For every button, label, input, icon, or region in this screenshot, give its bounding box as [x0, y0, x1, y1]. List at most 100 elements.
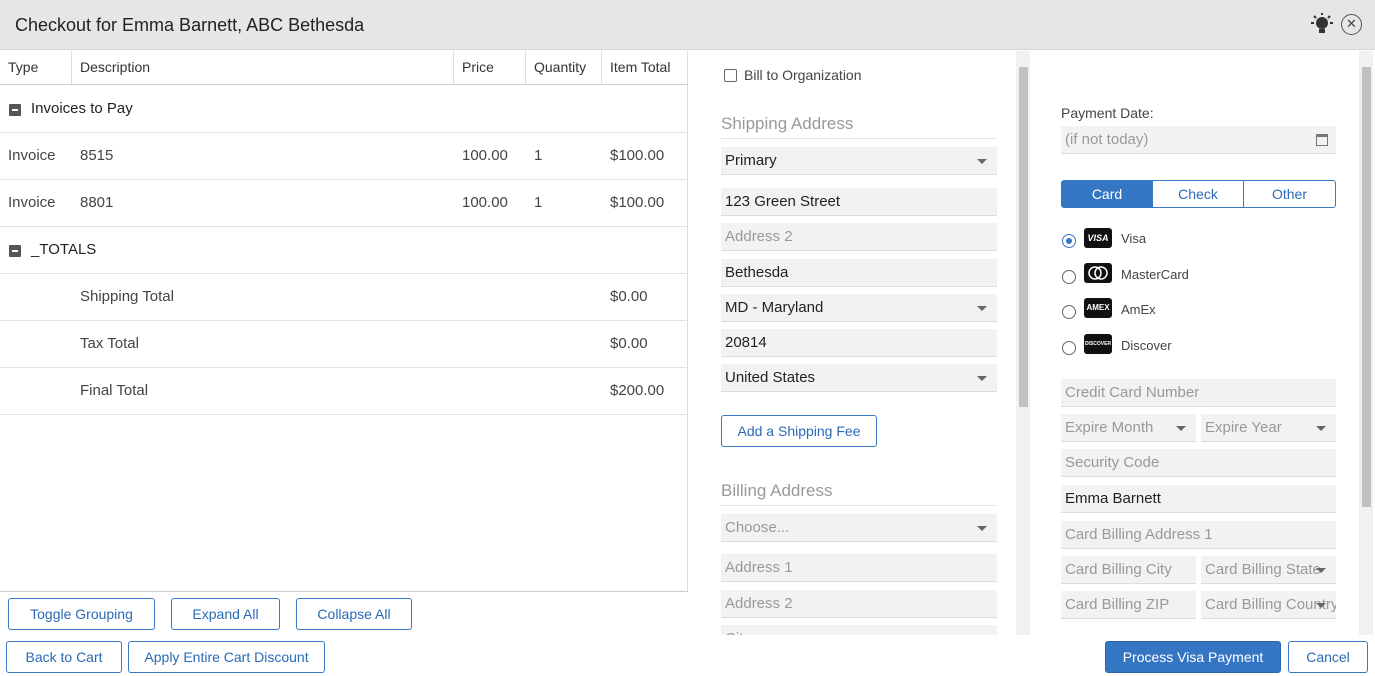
- expire-year-select[interactable]: Expire Year: [1201, 414, 1336, 442]
- billing-address2-input[interactable]: Address 2: [721, 590, 997, 618]
- collapse-icon[interactable]: [9, 245, 21, 257]
- back-to-cart-button[interactable]: Back to Cart: [6, 641, 122, 673]
- column-header-item-total[interactable]: Item Total: [602, 51, 688, 85]
- toggle-grouping-button[interactable]: Toggle Grouping: [8, 598, 155, 630]
- shipping-address-type-select[interactable]: Primary: [721, 147, 997, 175]
- expand-all-button[interactable]: Expand All: [171, 598, 280, 630]
- card-billing-address1-input[interactable]: Card Billing Address 1: [1061, 521, 1336, 549]
- collapse-icon[interactable]: [9, 104, 21, 116]
- cell-type: Invoice: [8, 194, 56, 211]
- table-toolbar: Toggle Grouping Expand All Collapse All: [0, 591, 688, 635]
- cell-price: 100.00: [462, 147, 508, 164]
- security-code-input[interactable]: Security Code: [1061, 449, 1336, 477]
- bill-to-org-checkbox[interactable]: [724, 69, 737, 82]
- column-header-price[interactable]: Price: [454, 51, 526, 85]
- shipping-zip-input[interactable]: 20814: [721, 329, 997, 357]
- chevron-down-icon: [977, 526, 987, 531]
- billing-city-input[interactable]: City: [721, 625, 997, 635]
- cell-total: $100.00: [610, 147, 665, 164]
- chevron-down-icon: [977, 376, 987, 381]
- column-header-quantity[interactable]: Quantity: [526, 51, 602, 85]
- visa-logo-icon: VISA: [1084, 228, 1112, 248]
- shipping-address1-input[interactable]: 123 Green Street: [721, 188, 997, 216]
- group-label: Invoices to Pay: [31, 100, 133, 117]
- close-icon[interactable]: ✕: [1341, 14, 1362, 35]
- card-billing-country-select[interactable]: Card Billing Country: [1201, 591, 1336, 619]
- table-row[interactable]: Final Total $200.00: [0, 368, 688, 415]
- select-value: Primary: [725, 152, 777, 169]
- scrollbar-thumb[interactable]: [1019, 67, 1028, 407]
- card-billing-zip-input[interactable]: Card Billing ZIP: [1061, 591, 1196, 619]
- select-value: Card Billing State: [1205, 561, 1321, 578]
- select-value: Expire Year: [1205, 419, 1282, 436]
- shipping-address2-input[interactable]: Address 2: [721, 223, 997, 251]
- scrollbar[interactable]: [1016, 51, 1030, 635]
- tab-card[interactable]: Card: [1061, 180, 1153, 208]
- expire-month-select[interactable]: Expire Month: [1061, 414, 1196, 442]
- cell-description: Tax Total: [80, 335, 139, 352]
- card-name: MasterCard: [1121, 267, 1189, 282]
- select-value: Expire Month: [1065, 419, 1154, 436]
- table-row[interactable]: Invoice 8515 100.00 1 $100.00: [0, 133, 688, 180]
- chevron-down-icon: [977, 159, 987, 164]
- shipping-address-heading: Shipping Address: [721, 114, 854, 133]
- card-name: Discover: [1121, 338, 1172, 353]
- shipping-state-select[interactable]: MD - Maryland: [721, 294, 997, 322]
- cell-total: $200.00: [610, 382, 665, 399]
- add-shipping-fee-button[interactable]: Add a Shipping Fee: [721, 415, 877, 447]
- table-header: Type Description Price Quantity Item Tot…: [0, 51, 688, 85]
- tab-check[interactable]: Check: [1152, 180, 1244, 208]
- chevron-down-icon: [1316, 568, 1326, 573]
- tab-other[interactable]: Other: [1243, 180, 1336, 208]
- card-visa-radio[interactable]: [1062, 234, 1076, 248]
- cell-quantity: 1: [534, 147, 543, 164]
- shipping-city-input[interactable]: Bethesda: [721, 259, 997, 287]
- divider: [721, 505, 997, 506]
- billing-address-choose-select[interactable]: Choose...: [721, 514, 997, 542]
- collapse-all-button[interactable]: Collapse All: [296, 598, 412, 630]
- address-panel: Bill to Organization Shipping Address Pr…: [688, 51, 1032, 635]
- cell-description: Final Total: [80, 382, 149, 399]
- card-billing-state-select[interactable]: Card Billing State: [1201, 556, 1336, 584]
- billing-address1-input[interactable]: Address 1: [721, 554, 997, 582]
- card-amex-radio[interactable]: [1062, 305, 1076, 319]
- cell-total: $0.00: [610, 335, 648, 352]
- cell-description: Shipping Total: [80, 288, 174, 305]
- scrollbar-thumb[interactable]: [1362, 67, 1371, 507]
- date-placeholder: (if not today): [1065, 131, 1149, 148]
- payment-date-input[interactable]: (if not today): [1061, 126, 1336, 154]
- group-label: _TOTALS: [31, 241, 97, 258]
- divider: [721, 138, 997, 139]
- cell-quantity: 1: [534, 194, 543, 211]
- cancel-button[interactable]: Cancel: [1288, 641, 1368, 673]
- table-row[interactable]: Invoice 8801 100.00 1 $100.00: [0, 180, 688, 227]
- calendar-icon[interactable]: [1316, 134, 1328, 146]
- payment-panel: Payment Date: (if not today) Card Check …: [1032, 51, 1375, 635]
- shipping-country-select[interactable]: United States: [721, 364, 997, 392]
- select-value: Choose...: [725, 519, 790, 536]
- lightbulb-icon[interactable]: [1309, 12, 1335, 38]
- credit-card-number-input[interactable]: Credit Card Number: [1061, 379, 1336, 407]
- card-mastercard-radio[interactable]: [1062, 270, 1076, 284]
- table-row[interactable]: Shipping Total $0.00: [0, 274, 688, 321]
- group-row-invoices[interactable]: Invoices to Pay: [0, 86, 688, 133]
- cart-table: Type Description Price Quantity Item Tot…: [0, 51, 688, 591]
- apply-cart-discount-button[interactable]: Apply Entire Cart Discount: [128, 641, 325, 673]
- chevron-down-icon: [1316, 603, 1326, 608]
- cardholder-name-input[interactable]: Emma Barnett: [1061, 485, 1336, 513]
- scrollbar[interactable]: [1359, 51, 1373, 635]
- chevron-down-icon: [977, 306, 987, 311]
- card-billing-city-input[interactable]: Card Billing City: [1061, 556, 1196, 584]
- cell-description: 8801: [80, 194, 114, 211]
- select-value: MD - Maryland: [725, 299, 824, 316]
- card-name: AmEx: [1121, 302, 1156, 317]
- card-name: Visa: [1121, 231, 1147, 246]
- column-header-description[interactable]: Description: [72, 51, 454, 85]
- card-discover-radio[interactable]: [1062, 341, 1076, 355]
- table-row[interactable]: Tax Total $0.00: [0, 321, 688, 368]
- billing-address-heading: Billing Address: [721, 481, 833, 500]
- group-row-totals[interactable]: _TOTALS: [0, 227, 688, 274]
- process-payment-button[interactable]: Process Visa Payment: [1105, 641, 1281, 673]
- cell-total: $0.00: [610, 288, 648, 305]
- column-header-type[interactable]: Type: [0, 51, 72, 85]
